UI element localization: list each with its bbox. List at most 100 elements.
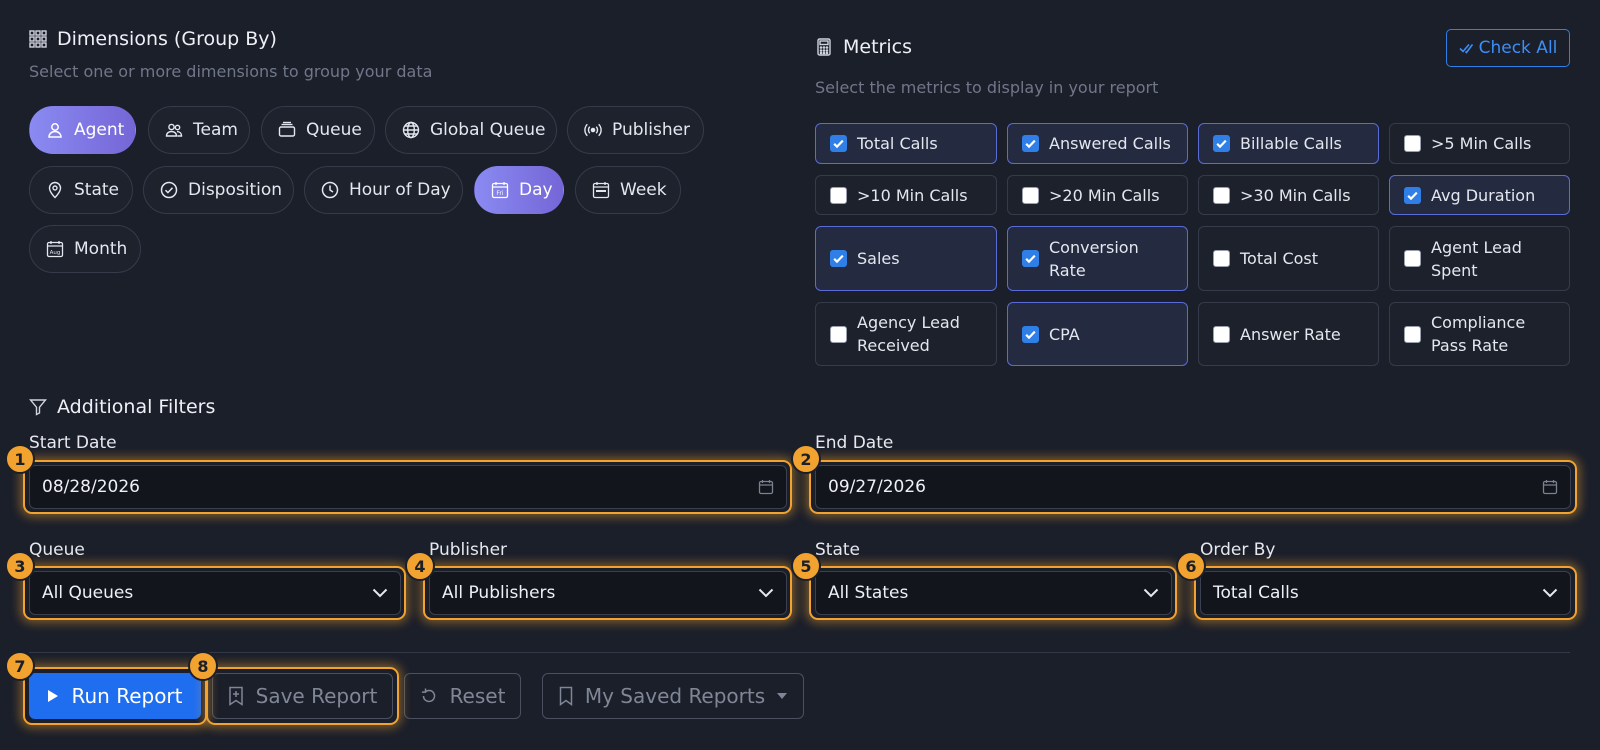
metric-checkbox[interactable] <box>1022 250 1039 267</box>
end-date-input[interactable]: 09/27/2026 <box>815 465 1571 509</box>
metric-avg-duration[interactable]: Avg Duration <box>1389 175 1570 215</box>
filters-title: Additional Filters <box>29 396 215 418</box>
checkmark-icon <box>1025 254 1036 264</box>
grid-icon <box>29 30 47 48</box>
metric-total-calls[interactable]: Total Calls <box>815 123 997 164</box>
metric-checkbox[interactable] <box>830 186 847 204</box>
metric-checkbox[interactable] <box>1404 135 1421 152</box>
metric-billable-calls[interactable]: Billable Calls <box>1198 123 1379 164</box>
dimensions-title-text: Dimensions (Group By) <box>57 28 277 50</box>
metrics-title-text: Metrics <box>843 36 912 58</box>
metrics-subtitle: Select the metrics to display in your re… <box>815 78 1159 97</box>
checkmark-icon <box>1025 330 1036 339</box>
end-date-label: End Date <box>815 433 894 453</box>
metric-agency-lead-received[interactable]: Agency Lead Received <box>815 302 997 366</box>
filters-title-text: Additional Filters <box>57 396 216 418</box>
annotation-badge-6: 6 <box>1176 551 1206 581</box>
broadcast-icon <box>584 123 602 137</box>
queue-label: Queue <box>29 540 85 560</box>
caret-down-icon <box>777 693 788 699</box>
reset-button[interactable]: Reset <box>404 673 521 719</box>
queue-select[interactable]: All Queues <box>29 571 401 615</box>
user-icon <box>48 123 62 138</box>
start-date-label: Start Date <box>29 433 117 453</box>
metric-compliance-pass-rate[interactable]: Compliance Pass Rate <box>1389 302 1570 366</box>
state-select[interactable]: All States <box>815 571 1172 615</box>
dimension-chip-publisher[interactable]: Publisher <box>567 106 704 154</box>
dimension-chip-hour-of-day[interactable]: Hour of Day <box>304 166 463 214</box>
double-check-icon <box>1459 43 1473 54</box>
map-pin-icon <box>48 181 62 199</box>
metric-5-min-calls[interactable]: >5 Min Calls <box>1389 123 1570 164</box>
metric-checkbox[interactable] <box>1213 135 1230 152</box>
dimension-chip-global-queue[interactable]: Global Queue <box>385 106 557 154</box>
metric-10-min-calls[interactable]: >10 Min Calls <box>815 175 997 215</box>
metric-total-cost[interactable]: Total Cost <box>1198 226 1379 291</box>
metrics-title: Metrics <box>815 36 912 58</box>
my-saved-reports-dropdown[interactable]: My Saved Reports <box>542 673 804 719</box>
dimensions-subtitle: Select one or more dimensions to group y… <box>29 62 433 81</box>
run-report-button[interactable]: Run Report <box>29 673 201 719</box>
publisher-select[interactable]: All Publishers <box>429 571 787 615</box>
checkmark-icon <box>1216 139 1227 149</box>
annotation-badge-1: 1 <box>5 444 35 474</box>
checkmark-icon <box>1025 139 1036 149</box>
metric-agent-lead-spent[interactable]: Agent Lead Spent <box>1389 226 1570 291</box>
metric-checkbox[interactable] <box>830 135 847 152</box>
metric-checkbox[interactable] <box>1404 250 1421 267</box>
filter-icon <box>29 399 47 416</box>
metric-checkbox[interactable] <box>1404 186 1421 204</box>
metric-checkbox[interactable] <box>830 250 847 267</box>
annotation-badge-5: 5 <box>791 551 821 581</box>
inbox-stack-icon <box>278 121 296 137</box>
metric-20-min-calls[interactable]: >20 Min Calls <box>1007 175 1188 215</box>
chevron-down-icon <box>372 588 388 598</box>
calendar-day-icon: Fri <box>491 182 509 199</box>
metric-cpa[interactable]: CPA <box>1007 302 1188 366</box>
metric-checkbox[interactable] <box>1022 186 1039 204</box>
metric-checkbox[interactable] <box>1213 186 1230 204</box>
dimension-chip-team[interactable]: Team <box>148 106 250 154</box>
dimension-chip-month[interactable]: Aug Month <box>29 225 141 273</box>
metric-answer-rate[interactable]: Answer Rate <box>1198 302 1379 366</box>
dimension-chip-disposition[interactable]: Disposition <box>143 166 294 214</box>
metric-checkbox[interactable] <box>1404 325 1421 343</box>
annotation-badge-3: 3 <box>5 551 35 581</box>
dimension-chip-agent[interactable]: Agent <box>29 106 136 154</box>
annotation-badge-8: 8 <box>188 651 218 681</box>
dimension-chip-week[interactable]: Week <box>575 166 681 214</box>
order-by-label: Order By <box>1200 540 1276 560</box>
metric-checkbox[interactable] <box>1022 135 1039 152</box>
chevron-down-icon <box>1542 588 1558 598</box>
start-date-input[interactable]: 08/28/2026 <box>29 465 787 509</box>
check-circle-icon <box>160 181 178 199</box>
clock-icon <box>321 181 339 199</box>
calendar-picker-icon[interactable] <box>1542 479 1558 495</box>
dimension-chip-queue[interactable]: Queue <box>261 106 375 154</box>
metric-conversion-rate[interactable]: Conversion Rate <box>1007 226 1188 291</box>
metric-checkbox[interactable] <box>1213 325 1230 343</box>
order-by-select[interactable]: Total Calls <box>1200 571 1571 615</box>
annotation-badge-4: 4 <box>405 551 435 581</box>
metric-30-min-calls[interactable]: >30 Min Calls <box>1198 175 1379 215</box>
annotation-badge-7: 7 <box>5 651 35 681</box>
checkmark-icon <box>833 139 844 149</box>
metric-answered-calls[interactable]: Answered Calls <box>1007 123 1188 164</box>
checkmark-icon <box>1407 191 1418 200</box>
calendar-picker-icon[interactable] <box>758 479 774 495</box>
calculator-icon <box>817 38 831 56</box>
bookmark-icon <box>559 686 573 706</box>
metric-checkbox[interactable] <box>830 325 847 343</box>
dimensions-title: Dimensions (Group By) <box>29 28 277 50</box>
metric-checkbox[interactable] <box>1213 250 1230 267</box>
checkmark-icon <box>833 254 844 264</box>
save-report-button[interactable]: Save Report <box>212 673 393 719</box>
dimension-chip-state[interactable]: State <box>29 166 133 214</box>
state-label: State <box>815 540 860 560</box>
chevron-down-icon <box>1143 588 1159 598</box>
check-all-button[interactable]: Check All <box>1446 29 1570 67</box>
metric-checkbox[interactable] <box>1022 325 1039 343</box>
dimension-chip-day[interactable]: Fri Day <box>474 166 564 214</box>
globe-icon <box>402 121 420 139</box>
metric-sales[interactable]: Sales <box>815 226 997 291</box>
